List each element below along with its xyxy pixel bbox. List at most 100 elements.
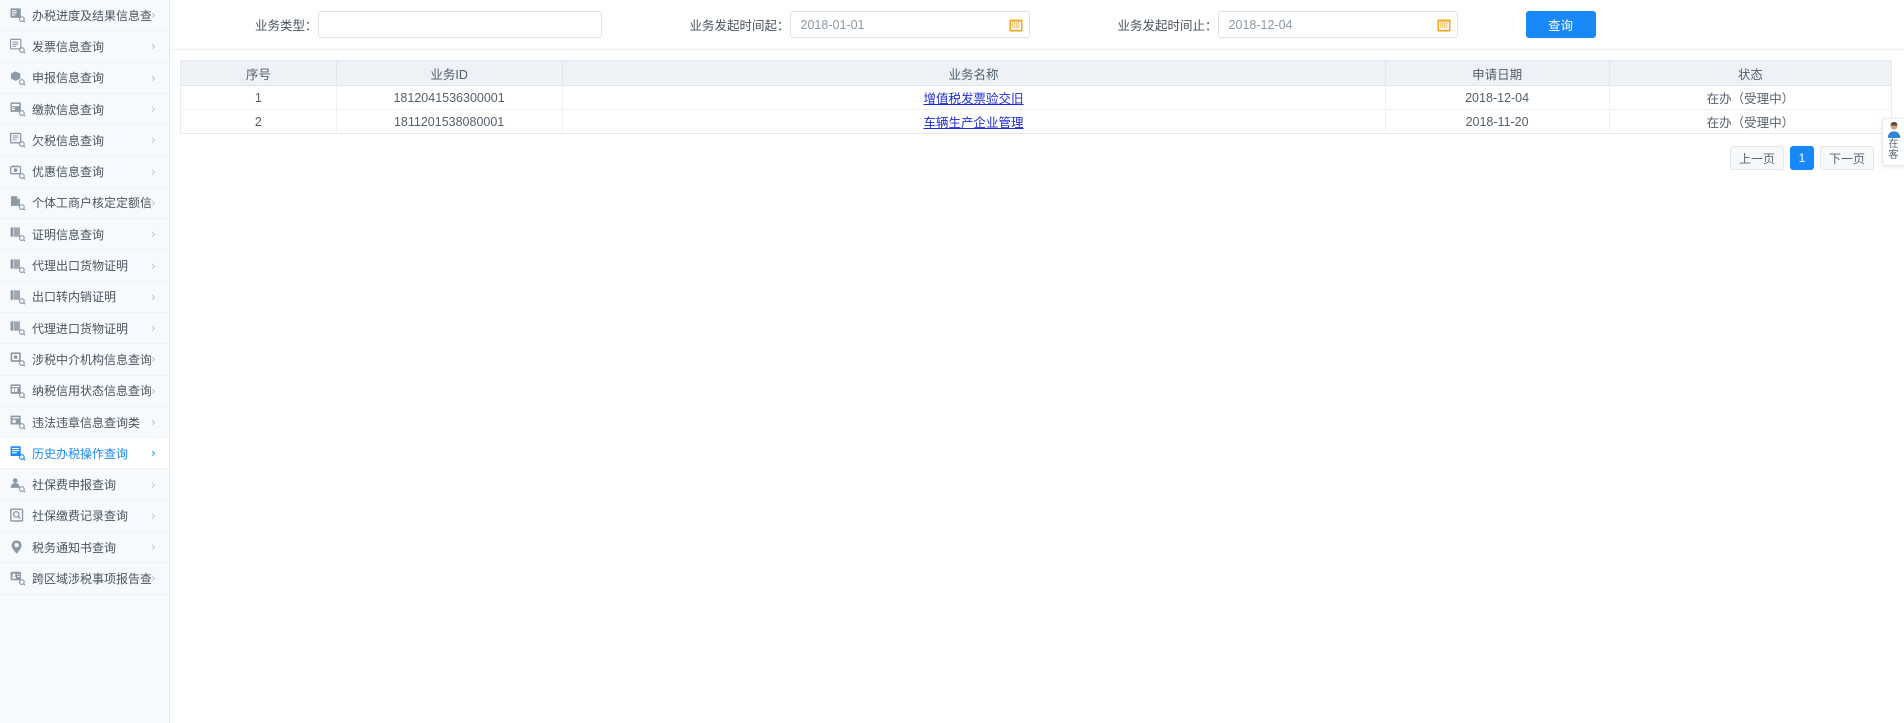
chevron-right-icon: › xyxy=(151,39,156,54)
certificate-search-icon xyxy=(10,258,26,274)
sidebar-item-label: 历史办税操作查询 xyxy=(32,446,129,461)
main-content: 业务类型： 业务发起时间起： 2018-01-01 业务发起时间止： 2018-… xyxy=(170,0,1904,723)
cell-biz-id: 1811201538080001 xyxy=(336,109,563,134)
sidebar-item-15[interactable]: 社保费申报查询 › xyxy=(0,469,169,501)
sidebar-item-0[interactable]: 办税进度及结果信息查询 › xyxy=(0,0,169,32)
pagination-prev-button[interactable]: 上一页 xyxy=(1729,146,1784,170)
results-table: 序号 业务ID 业务名称 申请日期 状态 1 1812041536300001 增值税发票验… xyxy=(180,60,1892,134)
date-to-label: 业务发起时间止： xyxy=(1117,19,1218,33)
chevron-right-icon: › xyxy=(151,164,156,179)
chevron-right-icon: › xyxy=(151,508,156,523)
sidebar-item-label: 涉税中介机构信息查询 xyxy=(32,352,151,367)
biz-type-label: 业务类型： xyxy=(255,19,318,33)
sidebar-item-label: 违法违章信息查询类 xyxy=(32,415,141,430)
table-column-header-3: 申请日期 xyxy=(1385,60,1610,86)
sidebar-item-8[interactable]: 代理出口货物证明 › xyxy=(0,250,169,282)
sidebar-item-label: 跨区域涉税事项报告查询 xyxy=(32,571,151,586)
violation-search-icon xyxy=(10,414,26,430)
chevron-right-icon: › xyxy=(151,133,156,148)
cell-biz-name: 增值税发票验交旧 xyxy=(562,85,1386,110)
person-search-icon xyxy=(10,477,26,493)
sidebar-item-label: 代理进口货物证明 xyxy=(32,321,129,336)
sidebar-item-16[interactable]: 社保缴费记录查询 › xyxy=(0,500,169,533)
pagination-page-1-button[interactable]: 1 xyxy=(1789,146,1814,170)
location-pin-icon xyxy=(10,539,26,555)
cell-seq: 2 xyxy=(180,109,337,134)
sidebar-item-5[interactable]: 优惠信息查询 › xyxy=(0,156,169,188)
sidebar-item-label: 社保缴费记录查询 xyxy=(32,509,129,524)
cell-seq: 1 xyxy=(180,85,337,110)
cell-biz-id: 1812041536300001 xyxy=(336,85,563,110)
online-service-widget[interactable]: 在 客 xyxy=(1882,118,1904,166)
results-table-area: 序号 业务ID 业务名称 申请日期 状态 1 1812041536300001 增值税发票验… xyxy=(170,50,1904,170)
magnifier-icon xyxy=(10,508,26,524)
chevron-right-icon: › xyxy=(151,195,156,210)
chevron-right-icon: › xyxy=(151,477,156,492)
pagination-next-button[interactable]: 下一页 xyxy=(1819,146,1874,170)
biz-type-input[interactable] xyxy=(317,11,602,38)
certificate-search-icon xyxy=(10,289,26,305)
certificate-search-icon xyxy=(10,320,26,336)
date-from-input[interactable] xyxy=(789,11,1030,38)
table-row: 1 1812041536300001 增值税发票验交旧 2018-12-04 在办（受理… xyxy=(180,85,1892,110)
app-root: 办税进度及结果信息查询 › 发票信息查询 › 申报信息查询 › 缴款信息查询 › 欠税信息查询 ›… xyxy=(0,0,1904,723)
table-row: 2 1811201538080001 车辆生产企业管理 2018-11-20 在办（受理… xyxy=(180,109,1892,134)
search-button[interactable]: 查询 xyxy=(1525,11,1596,38)
sidebar-item-label: 证明信息查询 xyxy=(32,227,105,242)
table-header-row: 序号 业务ID 业务名称 申请日期 状态 xyxy=(180,60,1892,86)
sidebar-item-6[interactable]: 个体工商户核定定额信息查询› xyxy=(0,187,169,220)
calendar-icon[interactable] xyxy=(1437,18,1451,32)
sidebar-item-3[interactable]: 缴款信息查询 › xyxy=(0,93,169,126)
chevron-right-icon: › xyxy=(151,446,156,461)
field-date-from: 业务发起时间起： xyxy=(690,11,1030,38)
chevron-right-icon: › xyxy=(151,540,156,555)
sidebar-item-17[interactable]: 税务通知书查询 › xyxy=(0,532,169,564)
file-search-icon xyxy=(10,195,26,211)
sidebar-item-label: 申报信息查询 xyxy=(32,71,105,86)
sidebar-item-13[interactable]: 违法违章信息查询类 › xyxy=(0,406,169,439)
query-toolbar: 业务类型： 业务发起时间起： 2018-01-01 业务发起时间止： 2018-… xyxy=(170,0,1904,50)
sidebar-item-4[interactable]: 欠税信息查询 › xyxy=(0,125,169,157)
online-service-label-line2: 客 xyxy=(1888,150,1899,161)
calendar-icon[interactable] xyxy=(1009,18,1023,32)
box-search-icon xyxy=(10,70,26,86)
chevron-right-icon: › xyxy=(151,227,156,242)
sidebar-item-10[interactable]: 代理进口货物证明 › xyxy=(0,312,169,345)
sidebar-item-label: 出口转内销证明 xyxy=(32,290,117,305)
date-from-input-wrap xyxy=(789,11,1030,38)
cell-status: 在办（受理中） xyxy=(1609,109,1892,134)
table-column-header-0: 序号 xyxy=(180,60,337,86)
chevron-right-icon: › xyxy=(151,415,156,429)
sidebar-item-label: 纳税信用状态信息查询 xyxy=(32,384,151,399)
sidebar-item-9[interactable]: 出口转内销证明 › xyxy=(0,281,169,313)
invoice-search-icon xyxy=(10,38,26,55)
sidebar-item-18[interactable]: 跨区域涉税事项报告查询 › xyxy=(0,563,169,595)
chevron-right-icon: › xyxy=(151,70,156,85)
sidebar-item-label: 发票信息查询 xyxy=(32,39,105,54)
chevron-right-icon: › xyxy=(151,289,156,304)
cell-apply-date: 2018-12-04 xyxy=(1385,85,1610,110)
biz-type-input-wrap xyxy=(317,11,602,38)
sidebar-item-label: 欠税信息查询 xyxy=(32,133,105,148)
biz-name-link[interactable]: 车辆生产企业管理 xyxy=(924,116,1024,130)
pagination: 上一页 1 下一页 xyxy=(180,134,1892,170)
sidebar-item-14[interactable]: 历史办税操作查询 › xyxy=(0,438,169,470)
sidebar-item-2[interactable]: 申报信息查询 › xyxy=(0,62,169,94)
date-from-label: 业务发起时间起： xyxy=(689,19,790,33)
table-column-header-2: 业务名称 xyxy=(562,60,1386,86)
sidebar-item-11[interactable]: 涉税中介机构信息查询 › xyxy=(0,344,169,376)
chevron-right-icon: › xyxy=(151,258,156,273)
sidebar-item-1[interactable]: 发票信息查询 › xyxy=(0,31,169,63)
sidebar-item-12[interactable]: 纳税信用状态信息查询 › xyxy=(0,375,169,407)
biz-name-link[interactable]: 增值税发票验交旧 xyxy=(924,92,1024,106)
sidebar-item-label: 社保费申报查询 xyxy=(32,478,117,493)
sidebar-item-label: 优惠信息查询 xyxy=(32,165,105,180)
sidebar-item-7[interactable]: 证明信息查询 › xyxy=(0,219,169,251)
chevron-right-icon: › xyxy=(151,102,156,117)
chevron-right-icon: › xyxy=(151,352,156,367)
date-to-input-wrap xyxy=(1217,11,1458,38)
credit-search-icon xyxy=(10,383,26,399)
date-to-input[interactable] xyxy=(1217,11,1458,38)
field-biz-type: 业务类型： xyxy=(255,11,602,38)
cell-status: 在办（受理中） xyxy=(1609,85,1892,110)
